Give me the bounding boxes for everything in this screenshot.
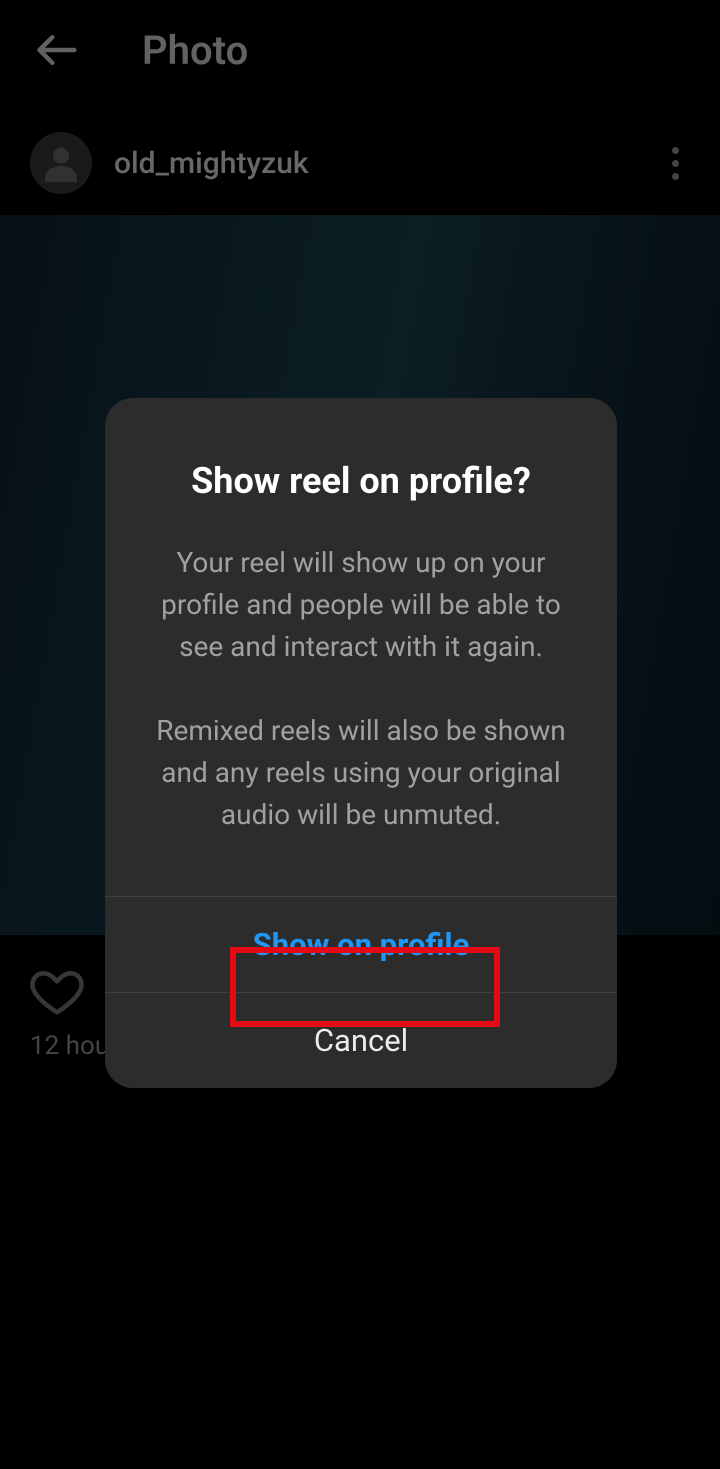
dialog-text-p2: Remixed reels will also be shown and any… (149, 710, 573, 836)
dialog-title: Show reel on profile? (149, 460, 573, 502)
cancel-button[interactable]: Cancel (105, 992, 617, 1088)
show-on-profile-button[interactable]: Show on profile (105, 896, 617, 992)
dialog-text: Your reel will show up on your profile a… (149, 542, 573, 836)
dialog-body: Show reel on profile? Your reel will sho… (105, 398, 617, 896)
confirm-dialog: Show reel on profile? Your reel will sho… (105, 398, 617, 1088)
cancel-label: Cancel (314, 1022, 408, 1059)
show-on-profile-label: Show on profile (253, 926, 470, 963)
dialog-text-p1: Your reel will show up on your profile a… (149, 542, 573, 668)
